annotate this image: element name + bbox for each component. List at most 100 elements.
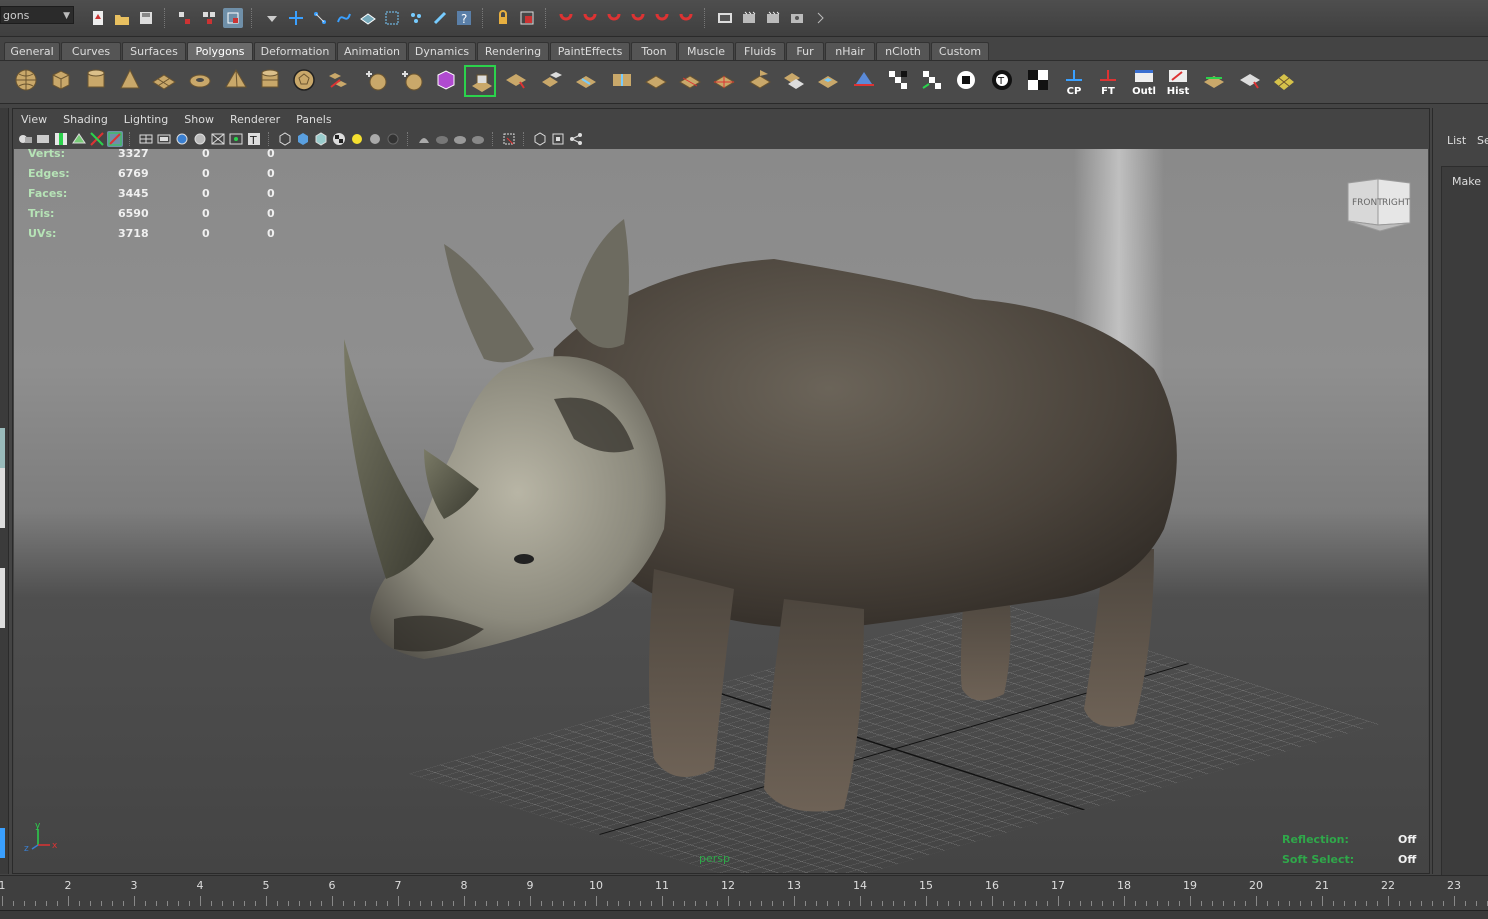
wireframe-shading-icon[interactable] bbox=[277, 131, 293, 147]
tab-dynamics[interactable]: Dynamics bbox=[408, 42, 476, 60]
frame-number[interactable]: 19 bbox=[1183, 879, 1197, 892]
append-polygon-icon[interactable] bbox=[536, 65, 568, 97]
rhino-model[interactable] bbox=[14, 149, 1428, 873]
duplicate-face-icon[interactable] bbox=[778, 65, 810, 97]
bridge-icon[interactable] bbox=[500, 65, 532, 97]
view-cube-front-label[interactable]: FRONT bbox=[1352, 198, 1383, 208]
frame-number[interactable]: 10 bbox=[589, 879, 603, 892]
frame-number[interactable]: 8 bbox=[461, 879, 468, 892]
combine-icon[interactable] bbox=[322, 65, 354, 97]
mesh-cube-purple-icon[interactable] bbox=[430, 65, 462, 97]
menu-view[interactable]: View bbox=[13, 111, 55, 129]
poly-cylinder-icon[interactable] bbox=[80, 65, 112, 97]
frame-number[interactable]: 22 bbox=[1381, 879, 1395, 892]
gate-mask-icon[interactable] bbox=[174, 131, 190, 147]
toolbar-expand-icon[interactable] bbox=[811, 8, 831, 28]
extract-icon[interactable] bbox=[812, 65, 844, 97]
make-live-icon[interactable] bbox=[652, 8, 672, 28]
make-label[interactable]: Make bbox=[1452, 175, 1481, 188]
safe-action-icon[interactable] bbox=[210, 131, 226, 147]
smooth-shade-icon[interactable] bbox=[295, 131, 311, 147]
menu-set-dropdown[interactable]: gons ▼ bbox=[0, 6, 74, 24]
node-editor-icon[interactable] bbox=[568, 131, 584, 147]
tab-toon[interactable]: Toon bbox=[631, 42, 677, 60]
tab-fluids[interactable]: Fluids bbox=[735, 42, 785, 60]
frame-number[interactable]: 13 bbox=[787, 879, 801, 892]
textured-icon[interactable] bbox=[331, 131, 347, 147]
frame-number[interactable]: 2 bbox=[65, 879, 72, 892]
poly-plane-icon[interactable] bbox=[148, 65, 180, 97]
select-object-icon[interactable] bbox=[199, 8, 219, 28]
poly-cone-icon[interactable] bbox=[114, 65, 146, 97]
select-joints-icon[interactable] bbox=[310, 8, 330, 28]
resolution-gate-icon[interactable] bbox=[156, 131, 172, 147]
cut-faces-icon[interactable] bbox=[674, 65, 706, 97]
xray-components-icon[interactable] bbox=[470, 131, 486, 147]
new-scene-icon[interactable] bbox=[88, 8, 108, 28]
freeze-transform-icon[interactable]: FT bbox=[1092, 65, 1124, 97]
hud-toggle-icon[interactable] bbox=[501, 131, 517, 147]
tab-list[interactable]: List bbox=[1447, 134, 1466, 147]
mask-dropdown-icon[interactable] bbox=[262, 8, 282, 28]
uv-planar-icon[interactable] bbox=[882, 65, 914, 97]
separate-icon[interactable] bbox=[360, 65, 392, 97]
open-scene-icon[interactable] bbox=[112, 8, 132, 28]
snap-point-icon[interactable] bbox=[604, 8, 624, 28]
help-icon[interactable]: ? bbox=[454, 8, 474, 28]
tab-muscle[interactable]: Muscle bbox=[678, 42, 734, 60]
film-gate-text-icon[interactable]: T bbox=[246, 131, 262, 147]
menu-panels[interactable]: Panels bbox=[288, 111, 339, 129]
uv-texture-editor-icon[interactable] bbox=[1022, 65, 1054, 97]
xray-icon[interactable] bbox=[434, 131, 450, 147]
select-dynamics-icon[interactable] bbox=[406, 8, 426, 28]
frame-number[interactable]: 14 bbox=[853, 879, 867, 892]
poly-cube-icon[interactable] bbox=[45, 65, 77, 97]
perspective-viewport[interactable]: Verts: 3327 0 0 Edges: 6769 0 0 Faces: 3… bbox=[14, 149, 1428, 873]
unfold-uv-icon[interactable] bbox=[1234, 65, 1266, 97]
lock-selection-icon[interactable] bbox=[493, 8, 513, 28]
uv-grid-icon[interactable] bbox=[1268, 65, 1300, 97]
menu-lighting[interactable]: Lighting bbox=[116, 111, 176, 129]
frame-number[interactable]: 1 bbox=[0, 879, 6, 892]
tab-curves[interactable]: Curves bbox=[61, 42, 121, 60]
tab-rendering[interactable]: Rendering bbox=[477, 42, 549, 60]
frame-number[interactable]: 4 bbox=[197, 879, 204, 892]
tab-painteffects[interactable]: PaintEffects bbox=[550, 42, 630, 60]
smooth-icon[interactable] bbox=[396, 65, 428, 97]
frame-number[interactable]: 18 bbox=[1117, 879, 1131, 892]
frame-number[interactable]: 15 bbox=[919, 879, 933, 892]
split-polygon-icon[interactable] bbox=[570, 65, 602, 97]
view-cube-right-label[interactable]: RIGHT bbox=[1382, 198, 1411, 208]
offset-edge-loop-icon[interactable] bbox=[640, 65, 672, 97]
select-curves-icon[interactable] bbox=[334, 8, 354, 28]
frame-number[interactable]: 9 bbox=[527, 879, 534, 892]
poly-pipe-icon[interactable] bbox=[254, 65, 286, 97]
poly-soccerball-icon[interactable] bbox=[288, 65, 320, 97]
poly-pyramid-icon[interactable] bbox=[220, 65, 252, 97]
safe-title-icon[interactable] bbox=[228, 131, 244, 147]
snap-curve-icon[interactable] bbox=[580, 8, 600, 28]
frame-selected-icon[interactable] bbox=[550, 131, 566, 147]
frame-number[interactable]: 16 bbox=[985, 879, 999, 892]
poke-face-icon[interactable] bbox=[708, 65, 740, 97]
tab-deformation[interactable]: Deformation bbox=[254, 42, 336, 60]
save-scene-icon[interactable] bbox=[136, 8, 156, 28]
snap-view-plane-icon[interactable] bbox=[628, 8, 648, 28]
mirror-geometry-icon[interactable] bbox=[848, 65, 880, 97]
view-cube[interactable]: FRONT RIGHT bbox=[1344, 177, 1414, 237]
camera-attributes-icon[interactable] bbox=[35, 131, 51, 147]
menu-shading[interactable]: Shading bbox=[55, 111, 116, 129]
render-current-icon[interactable] bbox=[739, 8, 759, 28]
time-slider[interactable]: 1 2 3 4 5 6 7 8 9 10 11 12 13 14 15 16 17 18 19 20 21 22 23 bbox=[0, 875, 1488, 910]
highlight-selection-icon[interactable] bbox=[517, 8, 537, 28]
uv-spherical-icon[interactable] bbox=[950, 65, 982, 97]
poly-torus-icon[interactable] bbox=[184, 65, 216, 97]
two-d-pan-icon[interactable] bbox=[89, 131, 105, 147]
render-view-icon[interactable] bbox=[715, 8, 735, 28]
frame-number[interactable]: 3 bbox=[131, 879, 138, 892]
select-deformations-icon[interactable] bbox=[382, 8, 402, 28]
tab-selected[interactable]: Se bbox=[1477, 134, 1488, 147]
tab-fur[interactable]: Fur bbox=[786, 42, 824, 60]
extrude-icon[interactable] bbox=[464, 65, 496, 97]
frame-number[interactable]: 5 bbox=[263, 879, 270, 892]
